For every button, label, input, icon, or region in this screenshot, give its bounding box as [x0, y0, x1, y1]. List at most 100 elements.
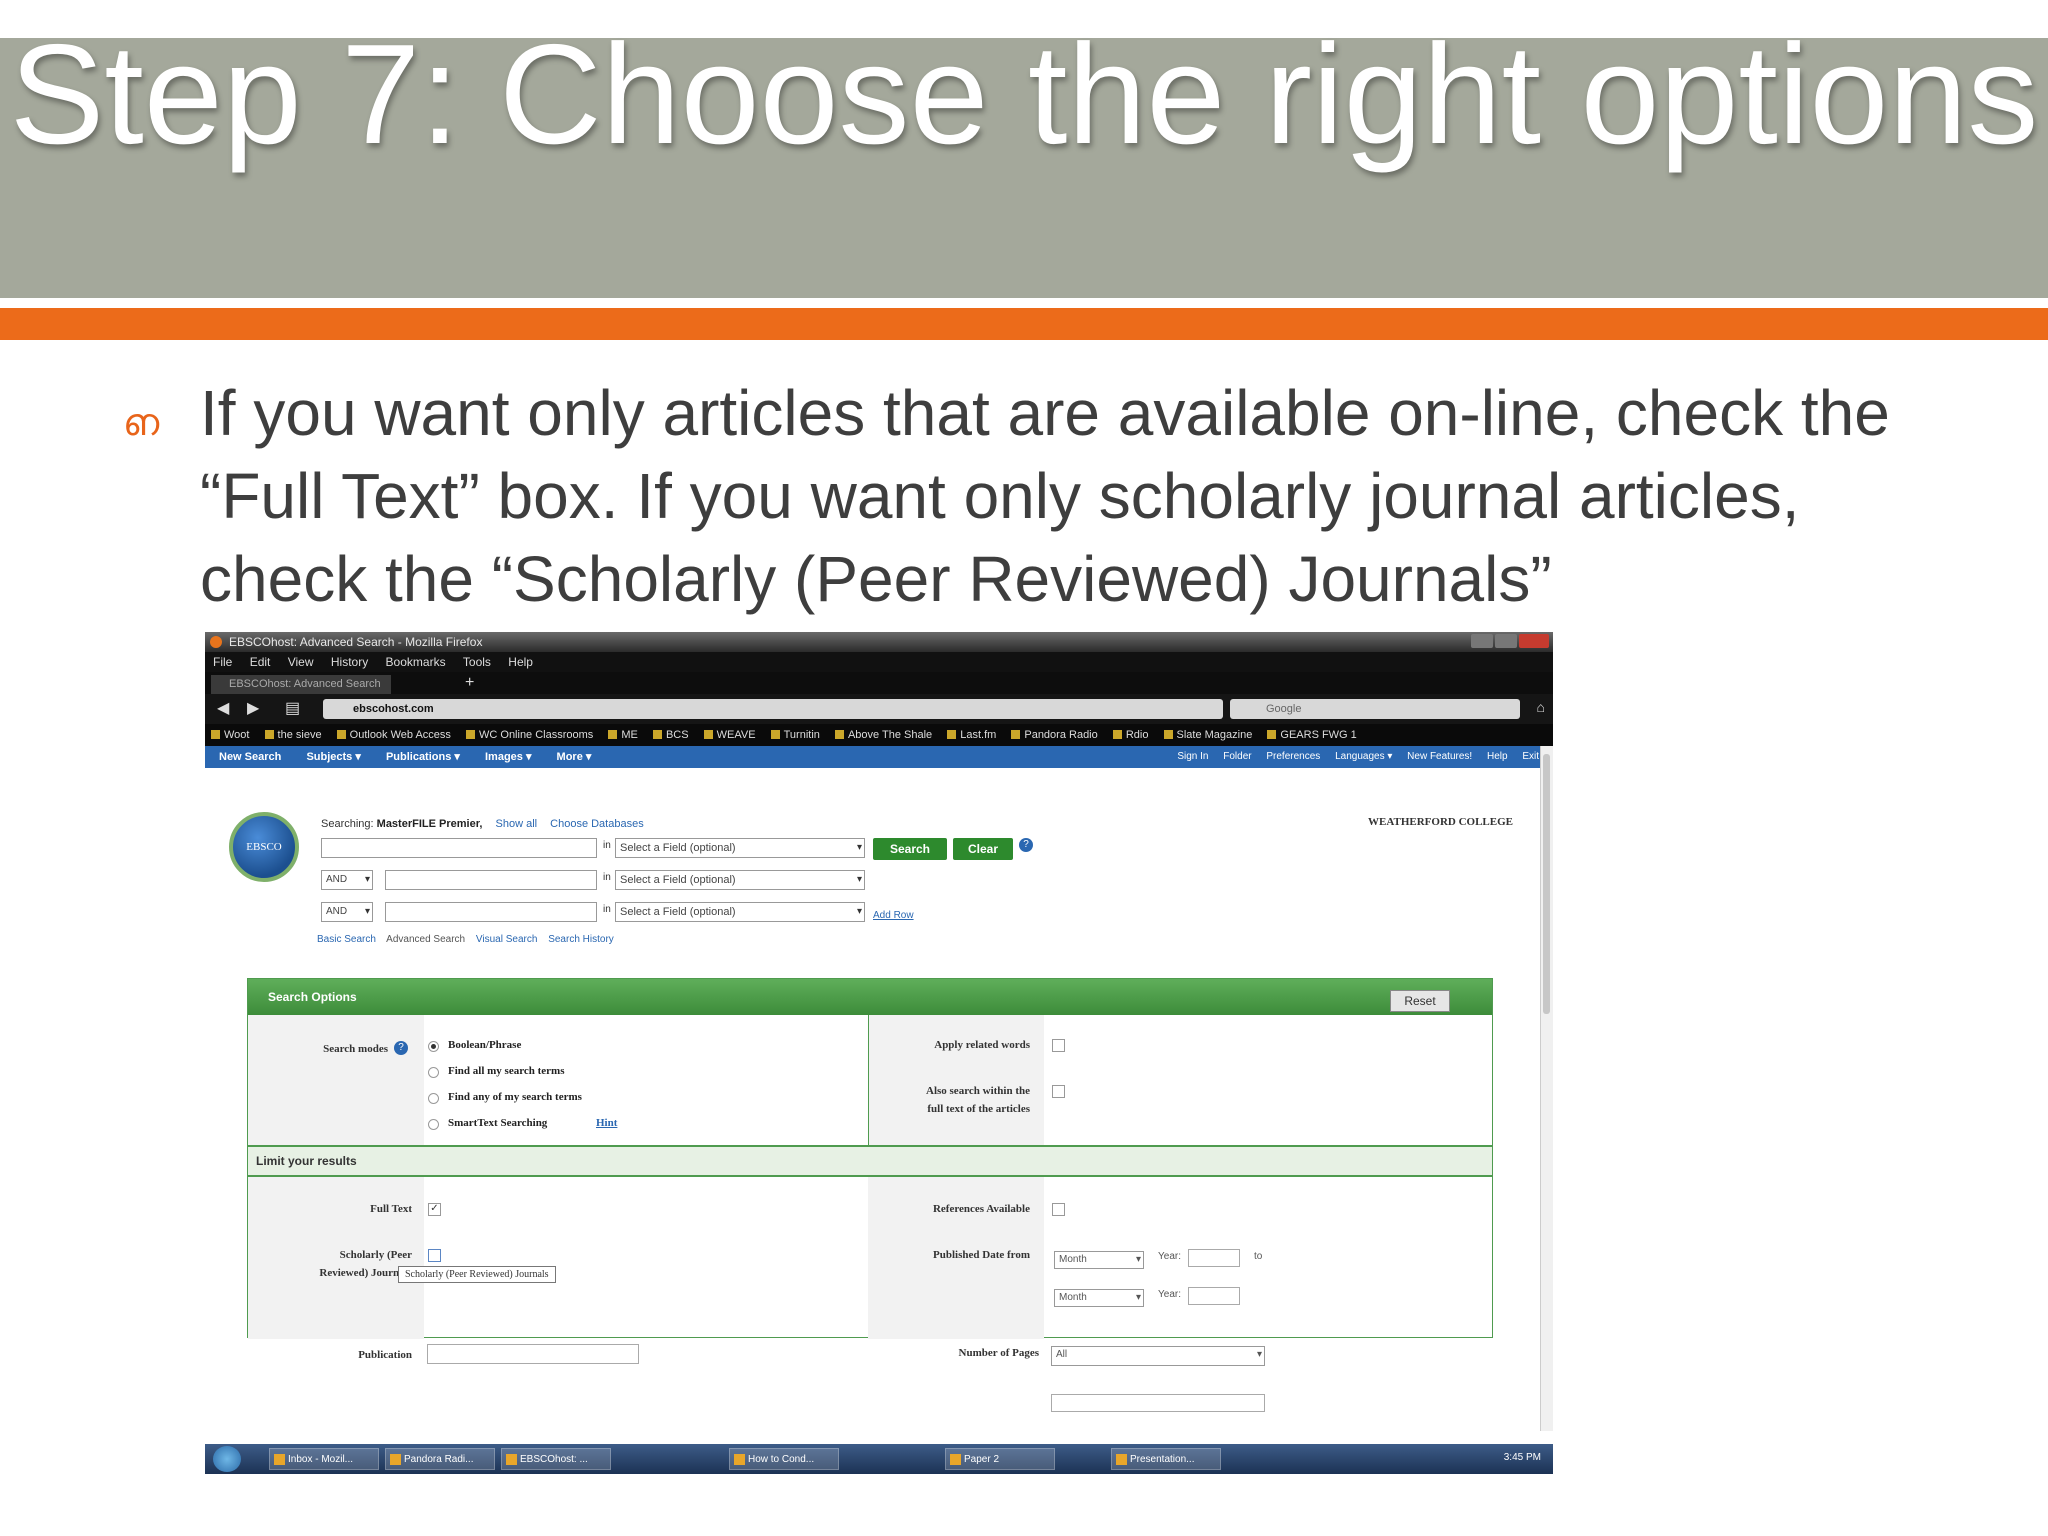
mode-label-all: Find all my search terms [448, 1065, 565, 1077]
boolean-select-3[interactable]: AND [321, 902, 373, 922]
menu-bookmarks[interactable]: Bookmarks [386, 655, 446, 669]
search-modes-help-icon[interactable]: ? [394, 1041, 408, 1055]
database-name: MasterFILE Premier, [376, 818, 483, 830]
mode-radio-boolean[interactable] [428, 1041, 439, 1052]
nav-more[interactable]: More ▾ [557, 751, 592, 763]
taskbar-item[interactable]: EBSCOhost: ... [501, 1448, 611, 1470]
clear-button[interactable]: Clear [953, 838, 1013, 860]
menu-view[interactable]: View [288, 655, 314, 669]
field-select-3[interactable]: Select a Field (optional) [615, 902, 865, 922]
nav-images[interactable]: Images ▾ [485, 751, 532, 763]
url-bar[interactable]: ebscohost.com [323, 699, 1223, 719]
nav-publications[interactable]: Publications ▾ [386, 751, 460, 763]
back-icon[interactable]: ◀ [217, 698, 229, 718]
home-icon[interactable]: ⌂ [1537, 699, 1545, 715]
page-scrollbar[interactable] [1540, 746, 1553, 1431]
references-checkbox[interactable] [1052, 1203, 1065, 1216]
start-button[interactable] [213, 1446, 241, 1472]
nav-preferences[interactable]: Preferences [1266, 751, 1320, 762]
search-row-2: AND in Select a Field (optional) [321, 870, 921, 892]
search-term-input-3[interactable] [385, 902, 597, 922]
also-search-checkbox[interactable] [1052, 1085, 1065, 1098]
label-column [868, 1015, 1044, 1145]
visual-search-link[interactable]: Visual Search [476, 934, 538, 945]
pages-select[interactable]: All [1051, 1346, 1265, 1366]
close-button[interactable] [1519, 634, 1549, 648]
reset-button[interactable]: Reset [1390, 990, 1450, 1012]
field-select-1[interactable]: Select a Field (optional) [615, 838, 865, 858]
nav-new-search[interactable]: New Search [219, 751, 281, 763]
menu-history[interactable]: History [331, 655, 368, 669]
bookmark-item[interactable]: Woot [211, 729, 249, 741]
print-icon[interactable]: ▤ [285, 698, 300, 718]
publication-input[interactable] [427, 1344, 639, 1364]
field-select-2[interactable]: Select a Field (optional) [615, 870, 865, 890]
help-icon[interactable]: ? [1019, 838, 1033, 852]
nav-folder[interactable]: Folder [1223, 751, 1251, 762]
search-button[interactable]: Search [873, 838, 947, 860]
scholarly-checkbox[interactable] [428, 1249, 441, 1262]
hint-link[interactable]: Hint [596, 1117, 617, 1129]
full-text-checkbox[interactable]: ✓ [428, 1203, 441, 1216]
windows-taskbar: Inbox - Mozil... Pandora Radi... EBSCOho… [205, 1444, 1553, 1474]
bookmark-item[interactable]: ME [608, 729, 638, 741]
scrollbar-thumb[interactable] [1543, 754, 1550, 1014]
nav-languages[interactable]: Languages ▾ [1335, 751, 1392, 762]
date-to-month-select[interactable]: Month [1054, 1289, 1144, 1307]
search-term-input-1[interactable] [321, 838, 597, 858]
bookmark-item[interactable]: BCS [653, 729, 689, 741]
web-search-box[interactable]: Google [1230, 699, 1520, 719]
minimize-button[interactable] [1471, 634, 1493, 648]
bookmark-item[interactable]: Slate Magazine [1164, 729, 1253, 741]
window-title: EBSCOhost: Advanced Search - Mozilla Fir… [229, 635, 483, 649]
menu-edit[interactable]: Edit [250, 655, 271, 669]
bookmark-item[interactable]: Pandora Radio [1011, 729, 1097, 741]
mode-radio-any[interactable] [428, 1093, 439, 1104]
menu-file[interactable]: File [213, 655, 232, 669]
bookmark-item[interactable]: Outlook Web Access [337, 729, 451, 741]
date-from-month-select[interactable]: Month [1054, 1251, 1144, 1269]
taskbar-item[interactable]: Pandora Radi... [385, 1448, 495, 1470]
bookmark-item[interactable]: GEARS FWG 1 [1267, 729, 1356, 741]
show-all-link[interactable]: Show all [496, 818, 538, 830]
bookmark-item[interactable]: the sieve [265, 729, 322, 741]
search-term-input-2[interactable] [385, 870, 597, 890]
new-tab-icon[interactable]: + [465, 674, 474, 692]
apply-related-checkbox[interactable] [1052, 1039, 1065, 1052]
boolean-select-2[interactable]: AND [321, 870, 373, 890]
nav-help[interactable]: Help [1487, 751, 1508, 762]
menu-tools[interactable]: Tools [463, 655, 491, 669]
date-to-year-input[interactable] [1188, 1287, 1240, 1305]
mode-radio-smarttext[interactable] [428, 1119, 439, 1130]
menu-help[interactable]: Help [508, 655, 533, 669]
advanced-search-link[interactable]: Advanced Search [386, 934, 465, 945]
bookmark-item[interactable]: WEAVE [704, 729, 756, 741]
bookmarks-toolbar: Woot the sieve Outlook Web Access WC Onl… [205, 724, 1553, 746]
mode-radio-all[interactable] [428, 1067, 439, 1078]
pages-value-input[interactable] [1051, 1394, 1265, 1412]
bookmark-item[interactable]: WC Online Classrooms [466, 729, 593, 741]
add-row-link[interactable]: Add Row [873, 910, 914, 921]
tab-ebscohost[interactable]: EBSCOhost: Advanced Search [211, 675, 391, 694]
apply-related-label: Apply related words [934, 1039, 1030, 1051]
basic-search-link[interactable]: Basic Search [317, 934, 376, 945]
bookmark-item[interactable]: Above The Shale [835, 729, 932, 741]
taskbar-item[interactable]: Paper 2 [945, 1448, 1055, 1470]
nav-subjects[interactable]: Subjects ▾ [306, 751, 360, 763]
search-type-links: Basic Search Advanced Search Visual Sear… [317, 934, 622, 945]
forward-icon[interactable]: ▶ [247, 698, 259, 718]
nav-exit[interactable]: Exit [1522, 751, 1539, 762]
taskbar-item[interactable]: Presentation... [1111, 1448, 1221, 1470]
choose-databases-link[interactable]: Choose Databases [550, 818, 644, 830]
bookmark-item[interactable]: Rdio [1113, 729, 1149, 741]
system-clock: 3:45 PM [1503, 1452, 1541, 1463]
bookmark-item[interactable]: Last.fm [947, 729, 996, 741]
bookmark-item[interactable]: Turnitin [771, 729, 820, 741]
date-from-year-input[interactable] [1188, 1249, 1240, 1267]
nav-sign-in[interactable]: Sign In [1177, 751, 1208, 762]
maximize-button[interactable] [1495, 634, 1517, 648]
taskbar-item[interactable]: How to Cond... [729, 1448, 839, 1470]
nav-new-features[interactable]: New Features! [1407, 751, 1472, 762]
search-history-link[interactable]: Search History [548, 934, 614, 945]
taskbar-item[interactable]: Inbox - Mozil... [269, 1448, 379, 1470]
